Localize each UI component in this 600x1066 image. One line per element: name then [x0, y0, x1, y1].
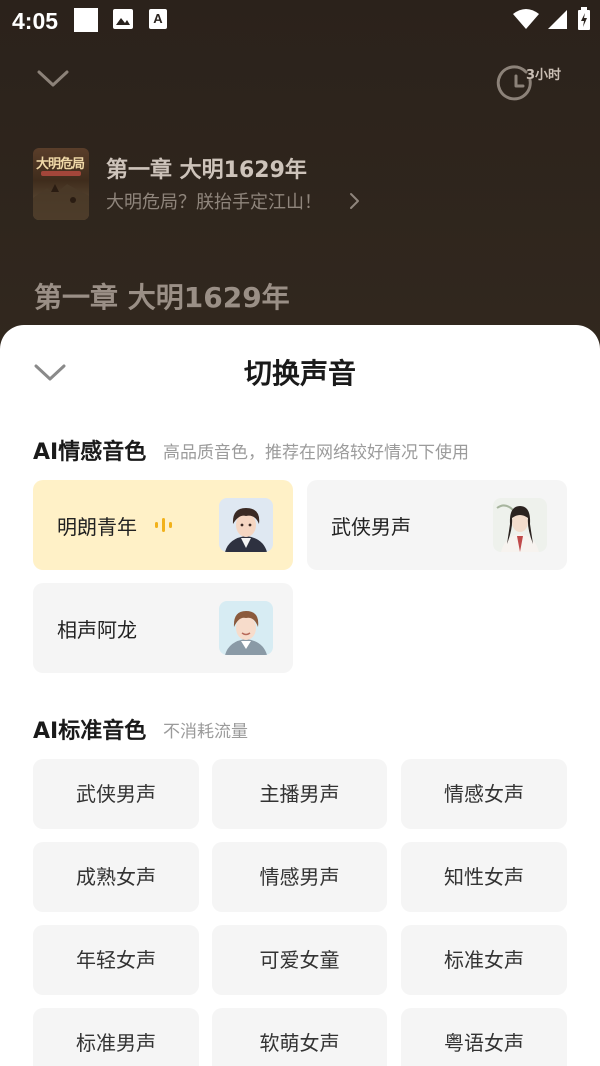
image-icon: [113, 9, 133, 29]
svg-text:A: A: [153, 11, 163, 26]
voice-option-biaozhun-nansheng[interactable]: 标准男声: [33, 1008, 199, 1066]
voice-avatar-young-man: [219, 498, 273, 552]
a-icon: A: [149, 9, 167, 29]
voice-option-nianqing-nvsheng[interactable]: 年轻女声: [33, 925, 199, 995]
voice-option-wuxia-nansheng[interactable]: 武侠男声: [33, 759, 199, 829]
voice-option-yueyu-nvsheng[interactable]: 粤语女声: [401, 1008, 567, 1066]
voice-option-chengshu-nvsheng[interactable]: 成熟女声: [33, 842, 199, 912]
ai-standard-section-subtitle: 不消耗流量: [163, 722, 248, 742]
sound-wave-icon: [155, 518, 172, 532]
voice-option-ruanmeng-nvsheng[interactable]: 软萌女声: [212, 1008, 387, 1066]
ai-standard-section-title: AI标准音色: [33, 719, 147, 744]
voice-card-label: 相声阿龙: [57, 618, 137, 642]
sheet-title: 切换声音: [243, 357, 356, 390]
ai-emotion-section-title: AI情感音色: [33, 440, 147, 465]
chapter-title[interactable]: 第一章 大明1629年: [106, 152, 307, 184]
collapse-player-icon[interactable]: [36, 68, 70, 90]
status-bar: 4:05 A: [0, 0, 600, 42]
voice-option-keai-nvtong[interactable]: 可爱女童: [212, 925, 387, 995]
voice-option-biaozhun-nvsheng[interactable]: 标准女声: [401, 925, 567, 995]
voice-avatar-swordsman: [493, 498, 547, 552]
voice-option-zhubo-nansheng[interactable]: 主播男声: [212, 759, 387, 829]
signal-icon: [548, 10, 567, 29]
voice-card-label: 明朗青年: [57, 515, 137, 539]
book-subtitle[interactable]: 大明危局？朕抬手定江山！: [106, 188, 322, 214]
timer-label: 3小时: [526, 68, 562, 83]
voice-option-qinggan-nansheng[interactable]: 情感男声: [212, 842, 387, 912]
sleep-timer-button[interactable]: 3小时: [496, 62, 566, 106]
status-time: 4:05: [12, 8, 59, 34]
chevron-right-icon[interactable]: [349, 192, 361, 210]
voice-card-xiangsheng-along[interactable]: 相声阿龙: [33, 583, 293, 673]
voice-option-qinggan-nvsheng[interactable]: 情感女声: [401, 759, 567, 829]
voice-card-label: 武侠男声: [331, 515, 411, 539]
book-cover[interactable]: 大明危局: [33, 148, 89, 220]
voice-card-wuxia-nansheng[interactable]: 武侠男声: [307, 480, 567, 570]
content-heading: 第一章 大明1629年: [34, 281, 290, 314]
ai-emotion-section-subtitle: 高品质音色，推荐在网络较好情况下使用: [163, 443, 469, 463]
square-icon: [74, 8, 98, 32]
wifi-icon: [513, 9, 539, 29]
voice-card-minglang-qingnian[interactable]: 明朗青年: [33, 480, 293, 570]
battery-icon: [578, 7, 590, 30]
voice-option-zhixing-nvsheng[interactable]: 知性女声: [401, 842, 567, 912]
voice-switch-sheet: 切换声音 AI情感音色 高品质音色，推荐在网络较好情况下使用 明朗青年 武侠男声: [0, 325, 600, 1066]
voice-avatar-cheerful-man: [219, 601, 273, 655]
book-cover-art: [33, 184, 89, 220]
